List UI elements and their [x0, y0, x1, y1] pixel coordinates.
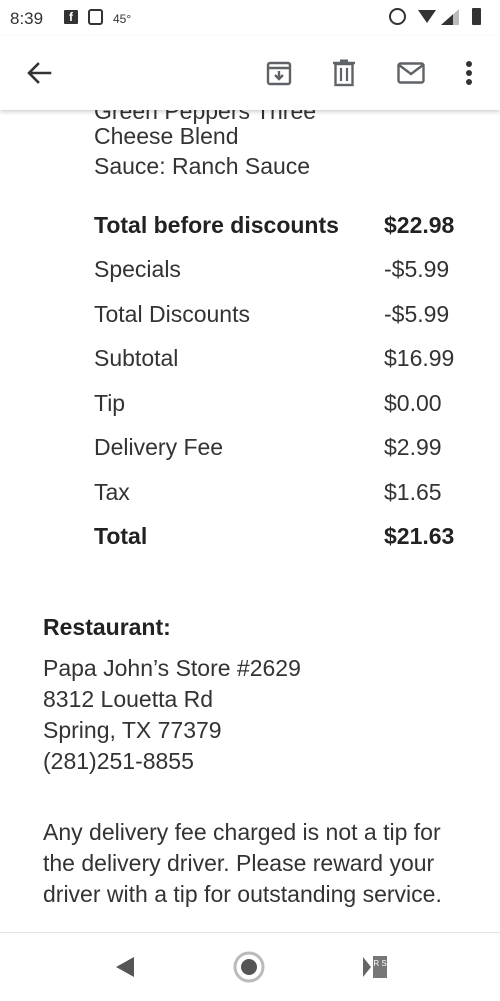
- facebook-icon: f: [64, 10, 78, 24]
- mark-unread-icon[interactable]: [386, 36, 436, 110]
- order-item-sauce: Sauce: Ranch Sauce: [94, 153, 311, 179]
- recents-icon[interactable]: R S: [355, 933, 395, 1001]
- delete-icon[interactable]: [322, 36, 366, 110]
- signal-icon: [441, 9, 459, 25]
- total-discounts-row: Total Discounts -$5.99: [94, 301, 464, 331]
- restaurant-street: 8312 Louetta Rd: [43, 686, 214, 712]
- row-value: $16.99: [384, 345, 455, 371]
- battery-icon: [472, 8, 481, 25]
- archive-icon[interactable]: [257, 36, 301, 110]
- restaurant-name: Papa John’s Store #2629: [43, 655, 301, 681]
- row-label: Subtotal: [94, 345, 179, 371]
- row-label: Tip: [94, 390, 126, 416]
- total-before-discounts-row: Total before discounts $22.98: [94, 212, 464, 242]
- message-toolbar: [0, 36, 500, 110]
- row-label: Total Discounts: [94, 301, 250, 327]
- wifi-icon: [418, 10, 436, 23]
- order-item-cheese: Cheese Blend: [94, 123, 239, 149]
- subtotal-row: Subtotal $16.99: [94, 345, 464, 375]
- row-value: -$5.99: [384, 256, 450, 282]
- row-value: $0.00: [384, 390, 442, 416]
- row-label: Total before discounts: [94, 212, 339, 238]
- navigation-bar: R S: [0, 932, 500, 1001]
- tax-row: Tax $1.65: [94, 479, 464, 509]
- row-value: $2.99: [384, 434, 442, 460]
- row-label: Specials: [94, 256, 181, 282]
- tab-icon: [88, 9, 103, 25]
- back-arrow-icon[interactable]: [14, 36, 64, 110]
- alarm-icon: [389, 8, 406, 25]
- grand-total-row: Total $21.63: [94, 523, 464, 553]
- row-value: $22.98: [384, 212, 455, 238]
- row-value: $1.65: [384, 479, 442, 505]
- status-temperature: 45°: [113, 12, 132, 26]
- email-body: Green Peppers Three Cheese Blend Sauce: …: [0, 110, 500, 932]
- delivery-fee-note: Any delivery fee charged is not a tip fo…: [43, 819, 442, 907]
- row-value: -$5.99: [384, 301, 450, 327]
- row-label: Total: [94, 523, 148, 549]
- more-vert-icon[interactable]: [455, 36, 483, 110]
- status-time: 8:39: [10, 9, 44, 28]
- status-bar: 8:39 f 45°: [0, 0, 500, 36]
- restaurant-heading: Restaurant:: [43, 614, 171, 640]
- specials-row: Specials -$5.99: [94, 256, 464, 286]
- row-label: Tax: [94, 479, 130, 505]
- home-circle-icon[interactable]: [229, 933, 269, 1001]
- restaurant-city: Spring, TX 77379: [43, 717, 222, 743]
- restaurant-phone[interactable]: (281)251-8855: [43, 746, 194, 777]
- tip-row: Tip $0.00: [94, 390, 464, 420]
- recents-glyph: R S: [373, 959, 386, 968]
- row-label: Delivery Fee: [94, 434, 224, 460]
- delivery-fee-row: Delivery Fee $2.99: [94, 434, 464, 464]
- back-triangle-icon[interactable]: [105, 933, 145, 1001]
- row-value: $21.63: [384, 523, 455, 549]
